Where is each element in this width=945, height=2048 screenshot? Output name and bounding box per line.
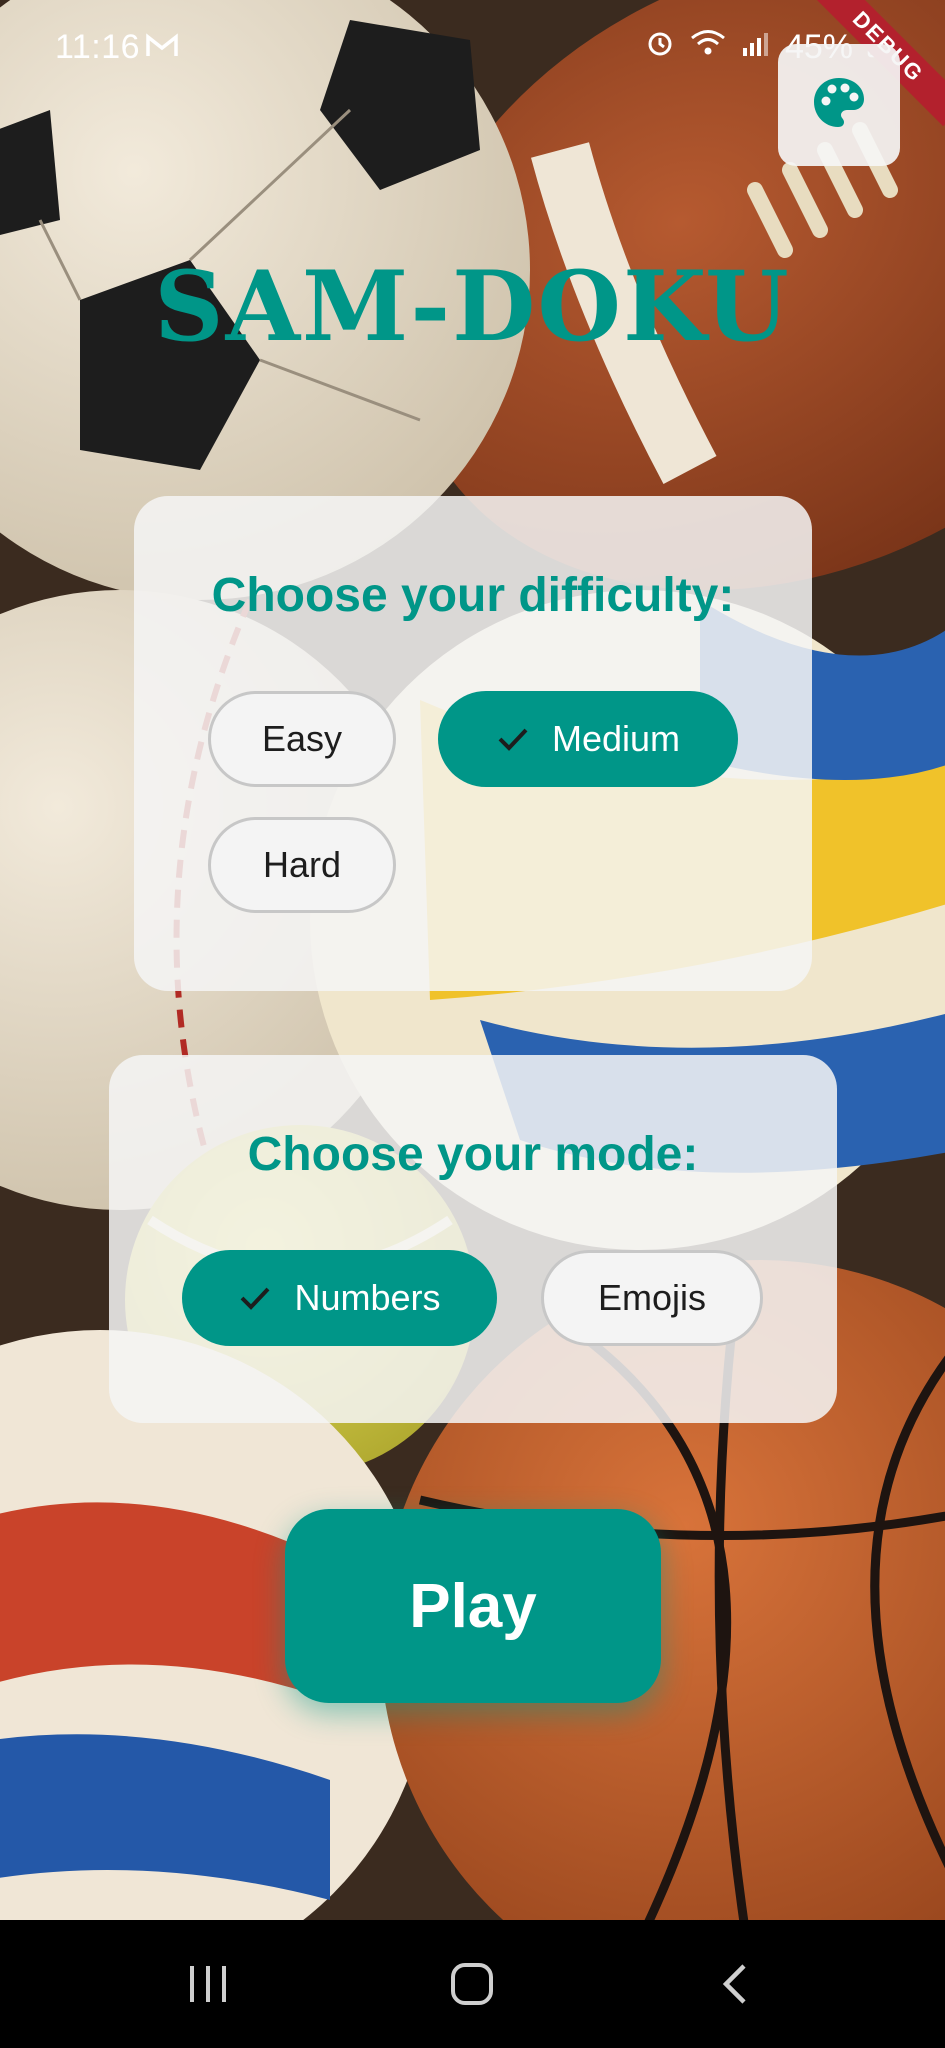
play-button[interactable]: Play [285, 1509, 661, 1703]
chip-label: Medium [551, 718, 681, 759]
app-title: SAM-DOKU [154, 250, 791, 363]
palette-icon [810, 74, 868, 137]
alarm-icon [645, 28, 675, 67]
difficulty-chip-hard[interactable]: Hard [208, 817, 396, 913]
wifi-icon [689, 28, 727, 67]
chip-label: Emojis [597, 1277, 707, 1318]
difficulty-chip-medium[interactable]: Medium [438, 691, 738, 787]
chip-label: Easy [261, 718, 343, 759]
theme-palette-button[interactable] [778, 44, 900, 166]
mode-card: Choose your mode: Numbers Emojis [109, 1055, 837, 1423]
mode-heading: Choose your mode: [247, 1128, 699, 1181]
status-time: 11:16 [55, 28, 141, 66]
recents-icon[interactable] [168, 1954, 248, 2014]
check-icon [496, 725, 530, 753]
system-nav-bar [0, 1920, 945, 2048]
back-icon[interactable] [696, 1954, 776, 2014]
chip-label: Numbers [294, 1277, 441, 1318]
gmail-icon [145, 30, 179, 69]
mode-chip-numbers[interactable]: Numbers [182, 1250, 497, 1346]
check-icon [238, 1284, 272, 1312]
mode-chip-emojis[interactable]: Emojis [541, 1250, 763, 1346]
difficulty-heading: Choose your difficulty: [211, 569, 735, 622]
chip-label: Hard [262, 844, 342, 885]
signal-icon [741, 28, 771, 67]
difficulty-card: Choose your difficulty: Easy Medium Hard [134, 496, 812, 991]
difficulty-chip-easy[interactable]: Easy [208, 691, 396, 787]
home-icon[interactable] [432, 1954, 512, 2014]
